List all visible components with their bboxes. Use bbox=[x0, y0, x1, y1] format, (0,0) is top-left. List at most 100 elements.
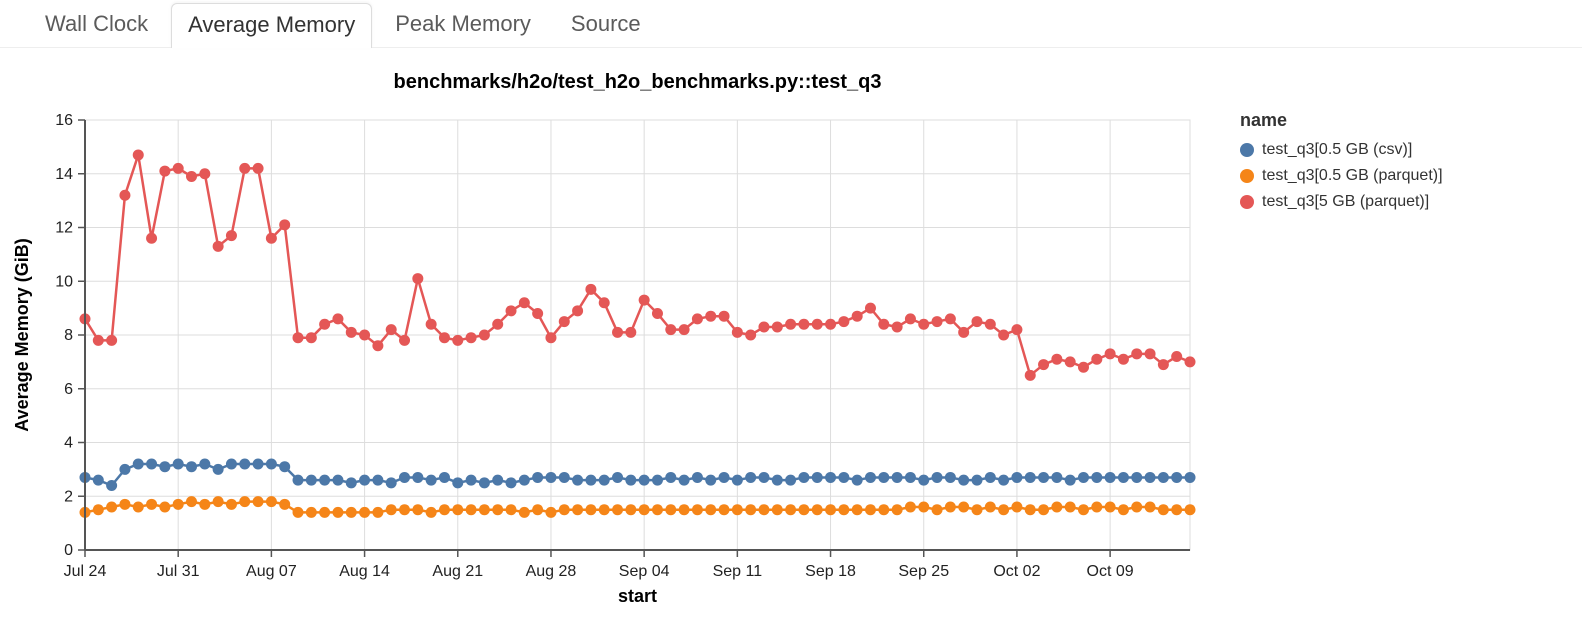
series-point[interactable] bbox=[798, 319, 809, 330]
series-point[interactable] bbox=[239, 163, 250, 174]
series-point[interactable] bbox=[985, 502, 996, 513]
series-point[interactable] bbox=[559, 472, 570, 483]
series-point[interactable] bbox=[665, 472, 676, 483]
series-point[interactable] bbox=[372, 340, 383, 351]
series-point[interactable] bbox=[119, 190, 130, 201]
series-point[interactable] bbox=[1051, 354, 1062, 365]
series-point[interactable] bbox=[878, 504, 889, 515]
series-point[interactable] bbox=[905, 472, 916, 483]
series-point[interactable] bbox=[253, 459, 264, 470]
series-point[interactable] bbox=[146, 233, 157, 244]
series-point[interactable] bbox=[1105, 348, 1116, 359]
series-point[interactable] bbox=[932, 504, 943, 515]
series-point[interactable] bbox=[293, 475, 304, 486]
series-point[interactable] bbox=[1038, 472, 1049, 483]
series-point[interactable] bbox=[905, 313, 916, 324]
series-point[interactable] bbox=[466, 504, 477, 515]
series-point[interactable] bbox=[492, 319, 503, 330]
series-point[interactable] bbox=[958, 475, 969, 486]
series-point[interactable] bbox=[279, 499, 290, 510]
series-point[interactable] bbox=[572, 504, 583, 515]
series-point[interactable] bbox=[878, 472, 889, 483]
series-point[interactable] bbox=[399, 504, 410, 515]
series-point[interactable] bbox=[1078, 504, 1089, 515]
series-point[interactable] bbox=[266, 233, 277, 244]
series-point[interactable] bbox=[106, 480, 117, 491]
series-point[interactable] bbox=[625, 475, 636, 486]
series-point[interactable] bbox=[1171, 351, 1182, 362]
series-point[interactable] bbox=[905, 502, 916, 513]
series-point[interactable] bbox=[772, 504, 783, 515]
series-point[interactable] bbox=[519, 297, 530, 308]
series-point[interactable] bbox=[1171, 504, 1182, 515]
series-point[interactable] bbox=[266, 496, 277, 507]
series-point[interactable] bbox=[692, 472, 703, 483]
series-point[interactable] bbox=[665, 504, 676, 515]
series-point[interactable] bbox=[386, 324, 397, 335]
series-point[interactable] bbox=[1051, 502, 1062, 513]
series-point[interactable] bbox=[985, 319, 996, 330]
series-point[interactable] bbox=[865, 472, 876, 483]
series-point[interactable] bbox=[439, 504, 450, 515]
series-point[interactable] bbox=[1078, 472, 1089, 483]
series-point[interactable] bbox=[372, 507, 383, 518]
series-point[interactable] bbox=[705, 504, 716, 515]
series-point[interactable] bbox=[825, 472, 836, 483]
series-point[interactable] bbox=[133, 502, 144, 513]
series-point[interactable] bbox=[798, 472, 809, 483]
series-point[interactable] bbox=[599, 297, 610, 308]
series-point[interactable] bbox=[559, 504, 570, 515]
series-point[interactable] bbox=[159, 461, 170, 472]
series-point[interactable] bbox=[1185, 356, 1196, 367]
series-point[interactable] bbox=[412, 472, 423, 483]
series-point[interactable] bbox=[692, 313, 703, 324]
series-point[interactable] bbox=[1038, 359, 1049, 370]
series-point[interactable] bbox=[745, 472, 756, 483]
series-point[interactable] bbox=[492, 504, 503, 515]
series-point[interactable] bbox=[359, 507, 370, 518]
tab-average-memory[interactable]: Average Memory bbox=[171, 3, 372, 48]
series-point[interactable] bbox=[319, 319, 330, 330]
series-point[interactable] bbox=[1065, 475, 1076, 486]
tab-peak-memory[interactable]: Peak Memory bbox=[378, 2, 548, 47]
series-point[interactable] bbox=[479, 504, 490, 515]
series-point[interactable] bbox=[492, 475, 503, 486]
series-point[interactable] bbox=[146, 459, 157, 470]
series-point[interactable] bbox=[199, 499, 210, 510]
series-point[interactable] bbox=[612, 504, 623, 515]
series-point[interactable] bbox=[466, 332, 477, 343]
series-point[interactable] bbox=[892, 472, 903, 483]
series-point[interactable] bbox=[705, 475, 716, 486]
series-point[interactable] bbox=[838, 316, 849, 327]
series-point[interactable] bbox=[506, 504, 517, 515]
series-point[interactable] bbox=[253, 496, 264, 507]
series-point[interactable] bbox=[971, 316, 982, 327]
series-point[interactable] bbox=[865, 504, 876, 515]
series-point[interactable] bbox=[1078, 362, 1089, 373]
series-point[interactable] bbox=[532, 308, 543, 319]
series-point[interactable] bbox=[306, 507, 317, 518]
series-point[interactable] bbox=[426, 319, 437, 330]
series-point[interactable] bbox=[719, 504, 730, 515]
series-point[interactable] bbox=[1091, 354, 1102, 365]
series-point[interactable] bbox=[479, 330, 490, 341]
series-point[interactable] bbox=[1038, 504, 1049, 515]
series-point[interactable] bbox=[146, 499, 157, 510]
series-point[interactable] bbox=[119, 499, 130, 510]
series-point[interactable] bbox=[838, 504, 849, 515]
series-point[interactable] bbox=[545, 472, 556, 483]
series-point[interactable] bbox=[399, 472, 410, 483]
series-point[interactable] bbox=[639, 475, 650, 486]
series-point[interactable] bbox=[585, 475, 596, 486]
series-point[interactable] bbox=[918, 502, 929, 513]
series-point[interactable] bbox=[199, 459, 210, 470]
series-point[interactable] bbox=[359, 330, 370, 341]
series-point[interactable] bbox=[1131, 502, 1142, 513]
series-point[interactable] bbox=[732, 327, 743, 338]
series-point[interactable] bbox=[545, 332, 556, 343]
series-point[interactable] bbox=[106, 335, 117, 346]
series-point[interactable] bbox=[998, 330, 1009, 341]
series-point[interactable] bbox=[745, 504, 756, 515]
series-point[interactable] bbox=[1105, 502, 1116, 513]
series-point[interactable] bbox=[639, 504, 650, 515]
